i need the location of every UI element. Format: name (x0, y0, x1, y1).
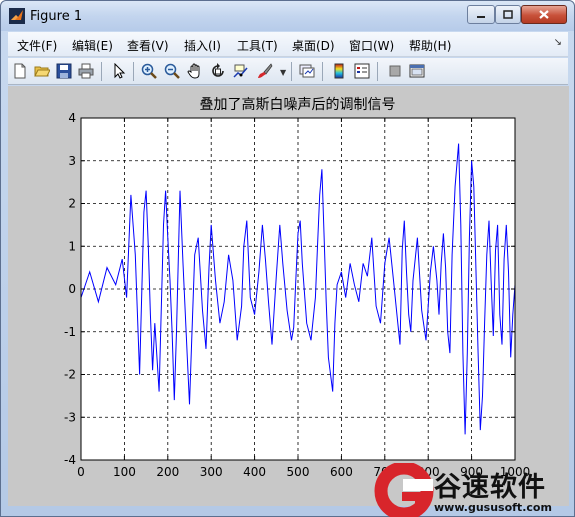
plot-area: 0 100 200 300 400 500 600 700 800 900 1000-4-3-2-1… (64, 111, 530, 479)
watermark-text: 谷速软件 (434, 472, 546, 503)
x-tick-label: 300 (200, 465, 223, 479)
y-tick-label: -4 (64, 453, 76, 467)
y-tick-label: 3 (68, 154, 76, 168)
y-tick-label: 1 (68, 239, 76, 253)
x-tick-label: 0 (77, 465, 85, 479)
watermark-url: www.gususoft.com (434, 501, 552, 514)
x-tick-label: 200 (156, 465, 179, 479)
x-tick-label: 500 (287, 465, 310, 479)
watermark: 谷速软件 www.gususoft.com (372, 463, 575, 517)
y-tick-label: -3 (64, 410, 76, 424)
x-tick-label: 100 (113, 465, 136, 479)
y-tick-label: 0 (68, 282, 76, 296)
watermark-logo-icon (374, 463, 434, 517)
x-tick-label: 400 (243, 465, 266, 479)
y-tick-label: 2 (68, 197, 76, 211)
x-tick-label: 600 (330, 465, 353, 479)
y-tick-label: -2 (64, 368, 76, 382)
y-tick-label: 4 (68, 111, 76, 125)
y-tick-label: -1 (64, 325, 76, 339)
